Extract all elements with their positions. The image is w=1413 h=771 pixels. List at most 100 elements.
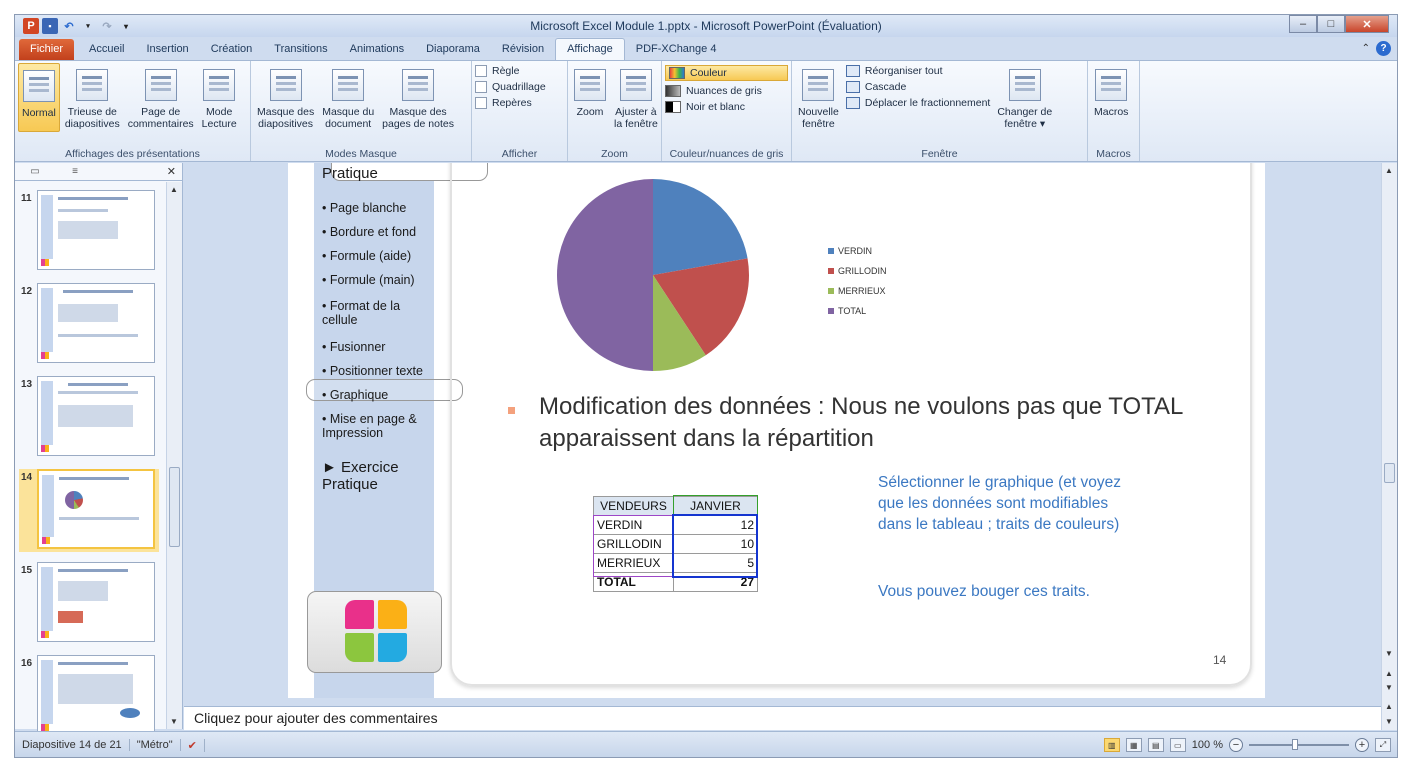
scroll-up-icon[interactable]: ▲ <box>1385 166 1393 175</box>
category-range-marker[interactable] <box>593 515 673 577</box>
legend-swatch <box>828 248 834 254</box>
slide-thumbnail[interactable]: 16 <box>19 655 159 738</box>
reading-view-button[interactable]: Mode Lecture <box>199 63 240 132</box>
fit-window-button[interactable]: Ajuster à la fenêtre <box>611 63 661 132</box>
save-icon[interactable]: ▪ <box>42 18 58 34</box>
macros-icon <box>1095 69 1128 101</box>
slideshow-status-icon[interactable]: ▭ <box>1169 738 1186 752</box>
zoom-in-icon[interactable]: + <box>1355 738 1369 752</box>
scroll-thumb[interactable] <box>1384 463 1395 483</box>
close-button[interactable]: ✕ <box>1345 15 1389 33</box>
arrange-all-icon <box>845 65 860 77</box>
tab-transitions[interactable]: Transitions <box>263 39 338 60</box>
menu-item: • Mise en page & Impression <box>322 412 417 440</box>
tab-fichier[interactable]: Fichier <box>19 39 75 60</box>
zoom-slider[interactable] <box>1249 739 1349 750</box>
values-range-marker[interactable] <box>672 514 758 578</box>
tab-affichage[interactable]: Affichage <box>555 38 625 60</box>
normal-view-label: Normal <box>22 107 56 119</box>
fit-slide-icon[interactable]: ⤢ <box>1375 738 1391 752</box>
pie-slice-verdin[interactable] <box>653 179 748 275</box>
powerpoint-app-icon[interactable]: P <box>23 18 39 34</box>
arrange-all-button[interactable]: Réorganiser tout <box>845 65 990 77</box>
tab-revision[interactable]: Révision <box>491 39 555 60</box>
scroll-down-icon[interactable]: ▼ <box>170 717 178 726</box>
scroll-thumb[interactable] <box>169 467 180 547</box>
previous-slide-icon[interactable]: ▲ <box>1385 669 1393 678</box>
grayscale-button[interactable]: Nuances de gris <box>665 85 788 97</box>
series-name-range-marker[interactable] <box>673 495 758 516</box>
notes-pane[interactable]: Cliquez pour ajouter des commentaires <box>184 706 1383 730</box>
cascade-button[interactable]: Cascade <box>845 81 990 93</box>
slide-scrollbar[interactable]: ▲ ▼ ▲ ▼ <box>1381 163 1397 698</box>
reading-view-status-icon[interactable]: ▤ <box>1147 738 1164 752</box>
slides-tab-icon[interactable]: ▭ <box>15 164 55 180</box>
group-label-masters: Modes Masque <box>325 148 397 160</box>
color-swatch-icon <box>669 67 685 79</box>
zoom-button[interactable]: Zoom <box>571 63 609 132</box>
slide-master-button[interactable]: Masque des diapositives <box>254 63 317 132</box>
switch-window-button[interactable]: Changer de fenêtre ▾ <box>994 63 1055 132</box>
slide-sorter-button[interactable]: Trieuse de diapositives <box>62 63 123 132</box>
zoom-level[interactable]: 100 % <box>1192 739 1223 751</box>
slide-sorter-icon <box>76 69 109 101</box>
pie-chart[interactable] <box>553 175 753 375</box>
macros-button[interactable]: Macros <box>1091 63 1131 120</box>
tab-insertion[interactable]: Insertion <box>135 39 199 60</box>
gridlines-checkbox[interactable]: Quadrillage <box>475 81 564 93</box>
ruler-checkbox[interactable]: Règle <box>475 65 564 77</box>
pie-slice-total[interactable] <box>557 179 653 371</box>
guides-checkbox[interactable]: Repères <box>475 97 564 109</box>
notes-page-button[interactable]: Page de commentaires <box>125 63 197 132</box>
new-window-button[interactable]: Nouvelle fenêtre <box>795 63 842 132</box>
maximize-button[interactable]: □ <box>1317 15 1345 33</box>
zoom-slider-knob[interactable] <box>1292 739 1298 750</box>
notes-master-button[interactable]: Masque des pages de notes <box>379 63 457 132</box>
tab-diaporama[interactable]: Diaporama <box>415 39 491 60</box>
undo-dropdown-icon[interactable]: ▾ <box>80 18 96 34</box>
group-color: Couleur Nuances de gris Noir et blanc Co… <box>662 61 792 161</box>
notes-scroll-up-icon[interactable]: ▲ <box>1385 702 1393 711</box>
tab-pdf-xchange[interactable]: PDF-XChange 4 <box>625 39 728 60</box>
outline-tab-icon[interactable]: ≡ <box>55 164 95 180</box>
slide-thumbnail-selected[interactable]: 14 <box>19 469 159 552</box>
spell-check-icon[interactable]: ✔ <box>181 738 205 752</box>
menu-item: • Format de la cellule <box>322 299 401 327</box>
scroll-up-icon[interactable]: ▲ <box>170 185 178 194</box>
slides-panel-scrollbar[interactable]: ▲ ▼ <box>166 182 182 729</box>
notes-scroll-down-icon[interactable]: ▼ <box>1385 717 1393 726</box>
quick-access-toolbar: P ▪ ↶ ▾ ↷ ▾ <box>15 18 134 34</box>
powerpoint-window: P ▪ ↶ ▾ ↷ ▾ Microsoft Excel Module 1.ppt… <box>14 14 1398 758</box>
tab-creation[interactable]: Création <box>200 39 264 60</box>
color-button[interactable]: Couleur <box>665 65 788 81</box>
redo-icon[interactable]: ↷ <box>99 18 115 34</box>
handout-master-button[interactable]: Masque du document <box>319 63 377 132</box>
slide-editing-area: Pratique • Page blanche • Bordure et fon… <box>184 163 1383 698</box>
move-split-button[interactable]: Déplacer le fractionnement <box>845 97 990 109</box>
slide-thumbnail[interactable]: 12 <box>19 283 159 366</box>
normal-view-status-icon[interactable]: ▥ <box>1103 738 1120 752</box>
close-panel-icon[interactable]: ✕ <box>167 165 176 178</box>
next-slide-icon[interactable]: ▼ <box>1385 683 1393 692</box>
grayscale-swatch-icon <box>665 85 681 97</box>
legend-item: VERDIN <box>828 241 887 261</box>
customize-qat-icon[interactable]: ▾ <box>118 18 134 34</box>
normal-view-button[interactable]: Normal <box>18 63 60 132</box>
slide-thumbnail[interactable]: 11 <box>19 190 159 273</box>
notes-scrollbar[interactable]: ▲ ▼ <box>1381 698 1397 730</box>
exercise-link: ► Exercice Pratique <box>322 459 399 493</box>
legend-swatch <box>828 268 834 274</box>
slide-thumbnail[interactable]: 15 <box>19 562 159 645</box>
tab-animations[interactable]: Animations <box>339 39 415 60</box>
black-white-button[interactable]: Noir et blanc <box>665 101 788 113</box>
slide[interactable]: Pratique • Page blanche • Bordure et fon… <box>288 163 1265 698</box>
minimize-button[interactable]: – <box>1289 15 1317 33</box>
help-icon[interactable]: ? <box>1376 41 1391 56</box>
minimize-ribbon-icon[interactable]: ⌃ <box>1362 43 1370 54</box>
slide-sorter-status-icon[interactable]: ▦ <box>1125 738 1142 752</box>
scroll-down-icon[interactable]: ▼ <box>1385 649 1393 658</box>
undo-icon[interactable]: ↶ <box>61 18 77 34</box>
slide-thumbnail[interactable]: 13 <box>19 376 159 459</box>
zoom-out-icon[interactable]: − <box>1229 738 1243 752</box>
tab-accueil[interactable]: Accueil <box>78 39 135 60</box>
